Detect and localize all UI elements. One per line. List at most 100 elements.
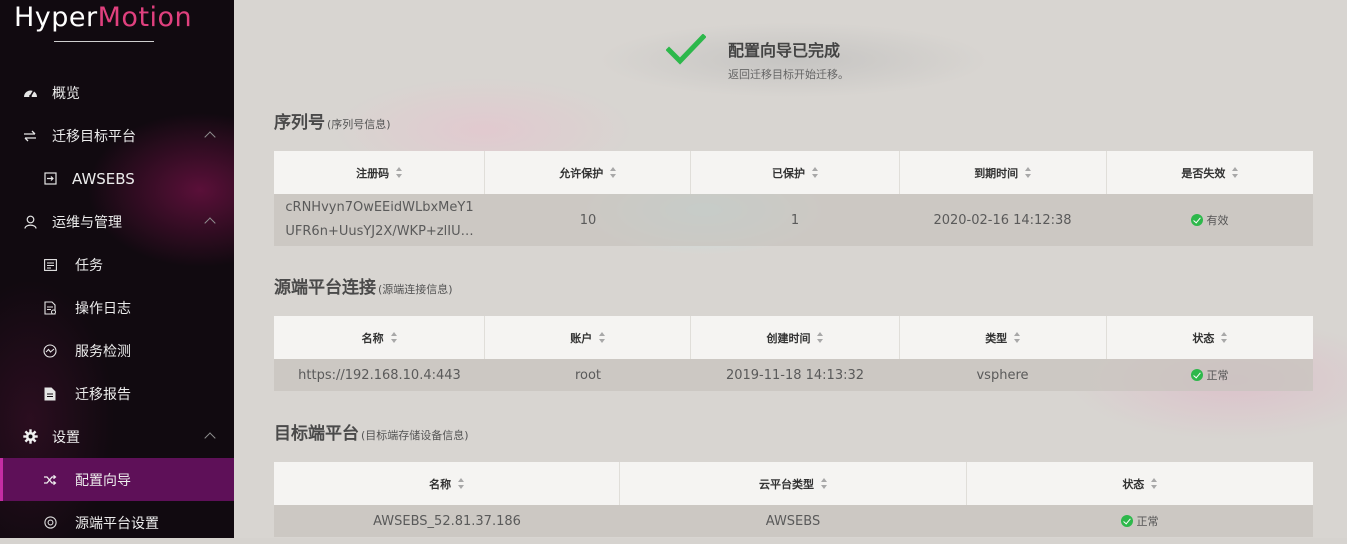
column-header[interactable]: 已保护 (691, 151, 900, 194)
column-header[interactable]: 状态 (967, 462, 1313, 505)
source-table: 名称 账户 创建时间 类型 状态 https://192.168.10.4:44… (274, 316, 1313, 391)
sidebar-item-awsebs[interactable]: AWSEBS (0, 157, 234, 200)
column-label: 状态 (1122, 477, 1145, 491)
status-text: 正常 (1136, 515, 1159, 528)
status-cell: 正常 (1106, 359, 1313, 391)
check-circle-icon (1190, 214, 1203, 226)
name-cell: https://192.168.10.4:443 (298, 367, 461, 383)
status-badge: 有效 (1190, 212, 1229, 228)
logo: HyperMotion (14, 2, 192, 33)
sidebar-item-config-wizard[interactable]: 配置向导 (0, 458, 237, 501)
column-label: 云平台类型 (758, 477, 814, 491)
source-section-title: 源端平台连接 (源端连接信息) (274, 273, 453, 298)
column-label: 类型 (985, 331, 1008, 345)
sidebar-item-label: 迁移目标平台 (52, 128, 136, 145)
user-icon (22, 214, 38, 230)
section-subtitle: (目标端存储设备信息) (361, 429, 469, 442)
section-subtitle: (序列号信息) (327, 118, 391, 131)
chevron-up-icon (204, 432, 216, 444)
column-label: 名称 (429, 477, 452, 491)
check-circle-icon (1120, 515, 1133, 527)
column-label: 状态 (1192, 331, 1215, 345)
target-table: 名称 云平台类型 状态 AWSEBS_52.81.37.186 AWSEBS 正… (274, 462, 1313, 537)
column-header[interactable]: 创建时间 (691, 316, 900, 359)
sort-icon[interactable] (599, 332, 606, 343)
column-header[interactable]: 允许保护 (485, 151, 692, 194)
monitor-icon (42, 343, 58, 359)
registration-code-line: UFR6n+UusYJ2X/WKP+zlIU… (285, 224, 474, 239)
protected-cell: 1 (790, 212, 800, 228)
column-header[interactable]: 账户 (485, 316, 692, 359)
column-header[interactable]: 到期时间 (900, 151, 1107, 194)
completion-subtitle: 返回迁移目标开始迁移。 (728, 68, 849, 81)
column-header[interactable]: 类型 (900, 316, 1107, 359)
sidebar-item-migration-report[interactable]: 迁移报告 (0, 372, 234, 415)
column-header[interactable]: 注册码 (274, 151, 486, 194)
sort-icon[interactable] (1232, 167, 1239, 178)
column-label: 名称 (361, 331, 384, 345)
column-label: 已保护 (771, 166, 805, 180)
sidebar: HyperMotion 概览 迁移目标平台 AWSEBS 运维与管理 任务 操作… (0, 0, 237, 538)
sidebar-item-label: AWSEBS (72, 169, 135, 188)
sort-icon[interactable] (811, 167, 818, 178)
table-row: https://192.168.10.4:443 root 2019-11-18… (274, 359, 1313, 391)
column-header[interactable]: 名称 (274, 316, 486, 359)
login-icon (42, 171, 58, 187)
sort-icon[interactable] (817, 332, 824, 343)
sort-icon[interactable] (820, 478, 827, 489)
account-cell: root (574, 367, 602, 383)
sidebar-item-label: 任务 (75, 257, 103, 274)
sort-icon[interactable] (1025, 167, 1032, 178)
sidebar-item-label: 服务检测 (75, 343, 131, 360)
status-cell: 有效 (1106, 194, 1313, 246)
column-header[interactable]: 是否失效 (1107, 151, 1313, 194)
target-icon (42, 515, 58, 531)
chevron-up-icon (204, 131, 216, 143)
sort-icon[interactable] (458, 478, 465, 489)
sidebar-item-operation-log[interactable]: 操作日志 (0, 286, 234, 329)
main-content: 配置向导已完成 返回迁移目标开始迁移。 序列号 (序列号信息) 注册码 允许保护 … (234, 0, 1347, 538)
report-icon (42, 386, 58, 402)
sidebar-item-migration-target[interactable]: 迁移目标平台 (0, 114, 234, 157)
logo-underline (54, 41, 154, 42)
column-label: 注册码 (356, 166, 390, 180)
sidebar-item-settings[interactable]: 设置 (0, 415, 234, 458)
transfer-icon (22, 128, 38, 144)
sidebar-item-label: 概览 (52, 85, 80, 102)
sort-icon[interactable] (1014, 332, 1021, 343)
column-header[interactable]: 状态 (1107, 316, 1313, 359)
column-label: 允许保护 (559, 166, 604, 180)
expire-cell: 2020-02-16 14:12:38 (933, 212, 1072, 228)
logo-text-part2: Motion (97, 2, 193, 33)
target-section-title: 目标端平台 (目标端存储设备信息) (274, 419, 469, 444)
logo-text-part1: Hyper (14, 2, 98, 33)
table-header: 注册码 允许保护 已保护 到期时间 是否失效 (274, 151, 1313, 194)
column-header[interactable]: 名称 (274, 462, 621, 505)
table-row: cRNHvyn7OwEEidWLbxMeY1 UFR6n+UusYJ2X/WKP… (274, 194, 1313, 246)
column-label: 是否失效 (1181, 166, 1226, 180)
name-cell: AWSEBS_52.81.37.186 (373, 513, 521, 529)
status-text: 正常 (1206, 369, 1229, 382)
sidebar-item-label: 配置向导 (75, 472, 131, 489)
sort-icon[interactable] (610, 167, 617, 178)
column-label: 创建时间 (766, 331, 811, 345)
allowed-cell: 10 (579, 212, 597, 228)
table-row: AWSEBS_52.81.37.186 AWSEBS 正常 (274, 505, 1313, 537)
check-circle-icon (1190, 369, 1203, 381)
sidebar-item-overview[interactable]: 概览 (0, 71, 234, 114)
sort-icon[interactable] (1221, 332, 1228, 343)
sidebar-item-service-check[interactable]: 服务检测 (0, 329, 234, 372)
status-badge: 正常 (1120, 513, 1159, 529)
completion-title: 配置向导已完成 (728, 41, 841, 60)
section-subtitle: (源端连接信息) (378, 283, 453, 296)
sidebar-item-ops[interactable]: 运维与管理 (0, 200, 234, 243)
created-cell: 2019-11-18 14:13:32 (725, 367, 865, 383)
sidebar-item-label: 操作日志 (75, 300, 131, 317)
sidebar-item-tasks[interactable]: 任务 (0, 243, 234, 286)
status-badge: 正常 (1190, 367, 1229, 383)
column-header[interactable]: 云平台类型 (620, 462, 967, 505)
sort-icon[interactable] (390, 332, 397, 343)
status-text: 有效 (1206, 214, 1229, 227)
sort-icon[interactable] (1151, 478, 1158, 489)
sort-icon[interactable] (396, 167, 403, 178)
